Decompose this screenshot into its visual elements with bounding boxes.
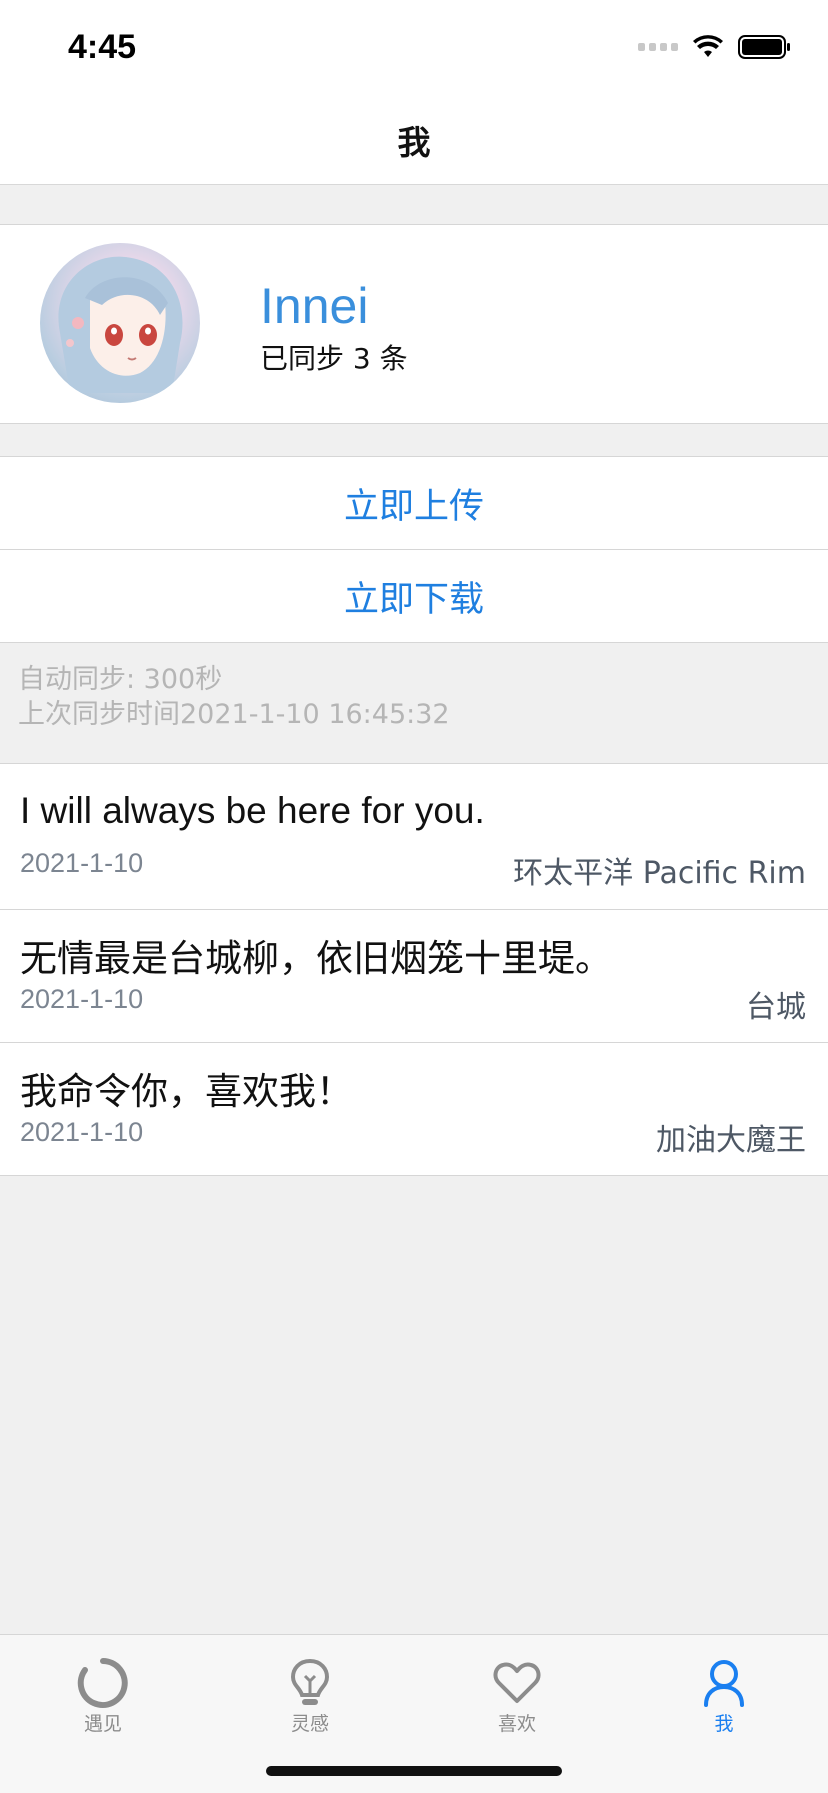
upload-button[interactable]: 立即上传 — [0, 457, 828, 549]
tab-favorites[interactable]: 喜欢 — [457, 1657, 577, 1737]
avatar[interactable] — [40, 243, 200, 403]
quote-text: 无情最是台城柳，依旧烟笼十里堤。 — [20, 937, 612, 980]
cellular-signal-icon — [638, 43, 678, 51]
profile-card[interactable]: Innei 已同步 3 条 — [0, 224, 828, 424]
tab-inspiration[interactable]: 灵感 — [250, 1657, 370, 1737]
tab-label: 遇见 — [83, 1713, 122, 1735]
tab-label: 我 — [714, 1713, 734, 1735]
battery-icon — [738, 35, 790, 59]
download-button[interactable]: 立即下载 — [0, 549, 828, 642]
list-item[interactable]: 无情最是台城柳，依旧烟笼十里堤。 2021-1-10 台城 — [0, 910, 828, 1043]
home-indicator[interactable] — [266, 1766, 562, 1776]
quote-source: 加油大魔王 — [656, 1123, 806, 1158]
sync-info: 自动同步: 300秒 上次同步时间2021-1-10 16:45:32 — [18, 662, 450, 732]
quote-source: 环太平洋 Pacific Rim — [513, 856, 806, 891]
auto-sync-text: 自动同步: 300秒 — [18, 664, 223, 695]
quote-date: 2021-1-10 — [20, 1117, 144, 1147]
heart-icon — [493, 1662, 541, 1703]
status-time: 4:45 — [68, 28, 137, 66]
tab-encounter[interactable]: 遇见 — [43, 1657, 163, 1737]
navigation-bar: 我 — [0, 96, 828, 185]
list-item[interactable]: 我命令你，喜欢我！ 2021-1-10 加油大魔王 — [0, 1043, 828, 1175]
tab-me[interactable]: 我 — [664, 1657, 784, 1737]
lightbulb-icon — [290, 1658, 330, 1705]
status-icons — [638, 34, 792, 60]
sync-actions: 立即上传 立即下载 — [0, 456, 828, 643]
quote-text: 我命令你，喜欢我！ — [20, 1070, 353, 1113]
person-icon — [704, 1660, 744, 1707]
quote-date: 2021-1-10 — [20, 848, 144, 878]
quote-text: I will always be here for you. — [20, 790, 485, 831]
sync-count: 已同步 3 条 — [260, 342, 408, 375]
tab-label: 灵感 — [290, 1713, 329, 1735]
quote-list: I will always be here for you. 2021-1-10… — [0, 763, 828, 1176]
profile-name: Innei — [260, 278, 369, 334]
wifi-icon — [693, 35, 723, 57]
tab-label: 喜欢 — [497, 1713, 536, 1735]
status-bar: 4:45 — [0, 0, 828, 96]
quote-date: 2021-1-10 — [20, 984, 144, 1014]
quote-source: 台城 — [746, 990, 806, 1025]
circle-ring-icon — [77, 1658, 128, 1708]
list-item[interactable]: I will always be here for you. 2021-1-10… — [0, 764, 828, 910]
page-title: 我 — [397, 123, 431, 162]
last-sync-text: 上次同步时间2021-1-10 16:45:32 — [18, 699, 450, 730]
avatar-illustration — [58, 256, 183, 393]
